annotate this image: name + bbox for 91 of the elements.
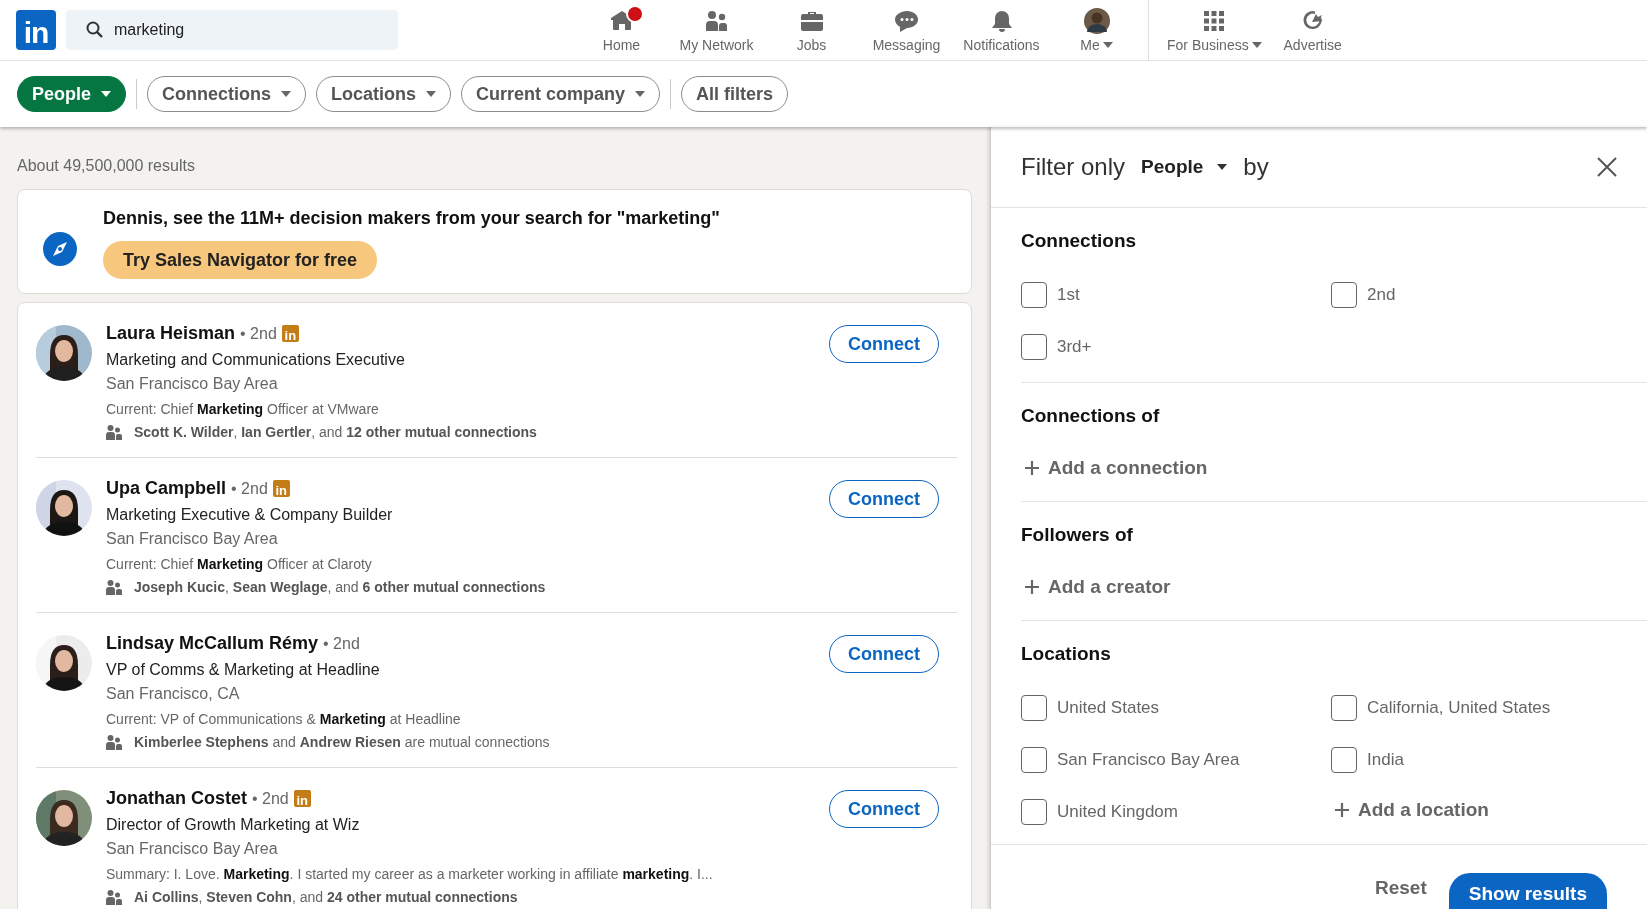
show-results-button[interactable]: Show results <box>1448 873 1607 909</box>
caret-icon <box>1217 164 1228 170</box>
nav-item[interactable]: For Business <box>1157 0 1272 60</box>
filter-pill[interactable]: People <box>17 76 127 112</box>
section-title: Locations <box>1021 643 1112 665</box>
plus-icon <box>1334 802 1350 818</box>
profile-snippet: Current: Chief Marketing Officer at Claroty <box>106 556 373 572</box>
mutual-connections[interactable]: Ai Collins, Steven Cohn, and 24 other mutual connections <box>134 889 518 905</box>
caret-icon <box>635 91 646 97</box>
mutual-connections[interactable]: Joseph Kucic, Sean Weglage, and 6 other mutual connections <box>134 579 546 595</box>
results-count: About 49,500,000 results <box>17 157 196 175</box>
caret-icon <box>426 91 437 97</box>
caret-icon <box>101 91 112 97</box>
checkbox[interactable] <box>1021 799 1047 825</box>
chat-icon <box>893 8 920 33</box>
panel-title: Filter only <box>1021 153 1126 181</box>
people-icon <box>106 734 122 750</box>
reset-button[interactable]: Reset <box>1375 877 1427 899</box>
people-icon <box>106 424 122 440</box>
checkbox[interactable] <box>1331 695 1357 721</box>
checkbox-option[interactable]: 1st <box>1021 282 1331 308</box>
checkbox[interactable] <box>1021 334 1047 360</box>
plus-icon <box>1024 460 1040 476</box>
close-button[interactable] <box>1597 157 1617 177</box>
premium-badge: in <box>272 480 290 497</box>
connection-degree: • 2nd <box>240 324 277 343</box>
search-field[interactable]: marketing <box>66 10 398 50</box>
nav-item[interactable]: Me <box>1049 0 1144 60</box>
sales-navigator-button[interactable]: Try Sales Navigator for free <box>103 241 378 279</box>
connection-degree: • 2nd <box>323 634 360 653</box>
nav-item[interactable]: Jobs <box>764 0 859 60</box>
mutual-connections[interactable]: Scott K. Wilder, Ian Gertler, and 12 other mutual connections <box>134 424 537 440</box>
notification-badge <box>625 4 644 23</box>
headline: Director of Growth Marketing at Wiz <box>106 816 361 834</box>
profile-snippet: Current: VP of Communications & Marketing at Headline <box>106 711 462 727</box>
nav-item[interactable]: My Network <box>669 0 764 60</box>
premium-badge: in <box>281 325 299 342</box>
add-button[interactable]: Add a connection <box>1021 457 1208 479</box>
profile-snippet: Current: Chief Marketing Officer at VMware <box>106 401 380 417</box>
mutual-connections[interactable]: Kimberlee Stephens and Andrew Riesen are mutual connections <box>134 734 550 750</box>
checkbox[interactable] <box>1331 747 1357 773</box>
connection-degree: • 2nd <box>252 789 289 808</box>
nav-item[interactable]: Notifications <box>954 0 1049 60</box>
section-title: Connections of <box>1021 405 1161 427</box>
type-dropdown[interactable]: People <box>1141 156 1228 178</box>
promo-text: Dennis, see the 11M+ decision makers from your search for "marketing" <box>103 208 720 229</box>
section-title: Followers of <box>1021 524 1134 546</box>
close-icon <box>1597 157 1617 177</box>
caret-icon <box>281 91 292 97</box>
caret-icon <box>1102 41 1113 48</box>
checkbox-option[interactable]: United States <box>1021 695 1331 721</box>
search-icon <box>86 21 104 39</box>
checkbox-option[interactable]: 3rd+ <box>1021 334 1331 360</box>
person-name[interactable]: Lindsay McCallum Rémy <box>106 633 319 654</box>
checkbox[interactable] <box>1021 695 1047 721</box>
premium-badge: in <box>293 790 311 807</box>
nav-item[interactable]: Messaging <box>859 0 954 60</box>
people-icon <box>704 8 729 33</box>
person-name[interactable]: Jonathan Costet <box>106 788 247 809</box>
headline: VP of Comms & Marketing at Headline <box>106 661 381 679</box>
location: San Francisco Bay Area <box>106 375 279 393</box>
connection-degree: • 2nd <box>231 479 268 498</box>
headline: Marketing Executive & Company Builder <box>106 506 394 524</box>
grid-icon <box>1202 8 1227 33</box>
checkbox-option[interactable]: 2nd <box>1331 282 1647 308</box>
person-name[interactable]: Upa Campbell <box>106 478 227 499</box>
location: San Francisco Bay Area <box>106 840 279 858</box>
section-title: Connections <box>1021 230 1138 252</box>
nav-item[interactable]: Advertise <box>1271 0 1354 60</box>
caret-icon <box>1251 41 1262 48</box>
plus-icon <box>1024 579 1040 595</box>
people-icon <box>106 579 122 595</box>
profile-snippet: Summary: I. Love. Marketing. I started my career as a marketer working in affiliate marketing. I... <box>106 866 714 882</box>
checkbox-option[interactable]: California, United States <box>1331 695 1647 721</box>
bell-icon <box>989 8 1014 33</box>
checkbox-option[interactable]: San Francisco Bay Area <box>1021 747 1331 773</box>
checkbox-option[interactable]: India <box>1331 747 1647 773</box>
headline: Marketing and Communications Executive <box>106 351 406 369</box>
logo[interactable]: in <box>16 10 56 50</box>
checkbox-option[interactable]: United Kingdom <box>1021 799 1331 825</box>
people-icon <box>106 889 122 905</box>
add-button[interactable]: Add a creator <box>1021 576 1171 598</box>
location: San Francisco Bay Area <box>106 530 279 548</box>
checkbox[interactable] <box>1021 747 1047 773</box>
location: San Francisco, CA <box>106 685 241 703</box>
nav-item[interactable]: Home <box>574 0 669 60</box>
add-button[interactable]: Add a location <box>1331 799 1647 821</box>
checkbox[interactable] <box>1021 282 1047 308</box>
person-name[interactable]: Laura Heisman <box>106 323 236 344</box>
panel-title: by <box>1243 153 1269 181</box>
checkbox[interactable] <box>1331 282 1357 308</box>
